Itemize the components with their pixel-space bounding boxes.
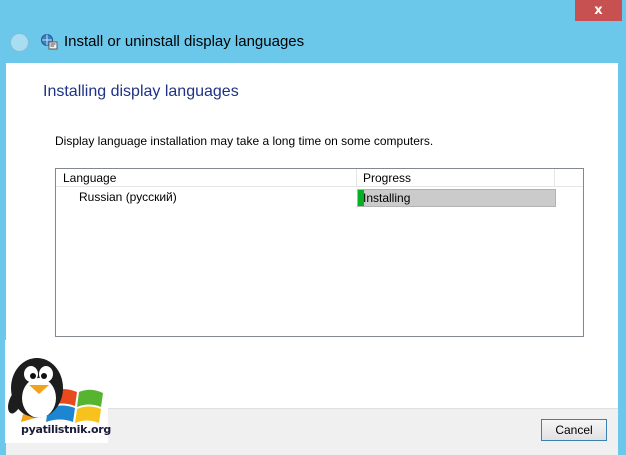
- column-header-progress[interactable]: Progress: [358, 169, 555, 187]
- window-title: Install or uninstall display languages: [64, 33, 305, 50]
- language-name: Russian (русский): [79, 190, 177, 204]
- window: x Install or uninstall display languages…: [0, 0, 626, 455]
- list-item[interactable]: Russian (русский) Installing: [56, 188, 583, 208]
- watermark-logo: pyatilistnik.org: [5, 340, 111, 443]
- language-globe-icon: [41, 34, 58, 50]
- window-header: Install or uninstall display languages: [0, 21, 626, 63]
- close-button[interactable]: x: [575, 0, 622, 21]
- close-icon: x: [594, 3, 603, 18]
- language-list[interactable]: Language Progress Russian (русский) Inst…: [55, 168, 584, 337]
- page-title: Installing display languages: [43, 83, 239, 100]
- progress-status: Installing: [363, 191, 411, 205]
- watermark-text: pyatilistnik.org: [21, 423, 111, 436]
- cancel-button[interactable]: Cancel: [541, 419, 607, 441]
- column-header-language[interactable]: Language: [56, 169, 357, 187]
- description-text: Display language installation may take a…: [55, 134, 434, 148]
- back-button[interactable]: [10, 33, 29, 52]
- list-header: Language Progress: [56, 169, 583, 187]
- progress-bar: Installing: [357, 189, 556, 207]
